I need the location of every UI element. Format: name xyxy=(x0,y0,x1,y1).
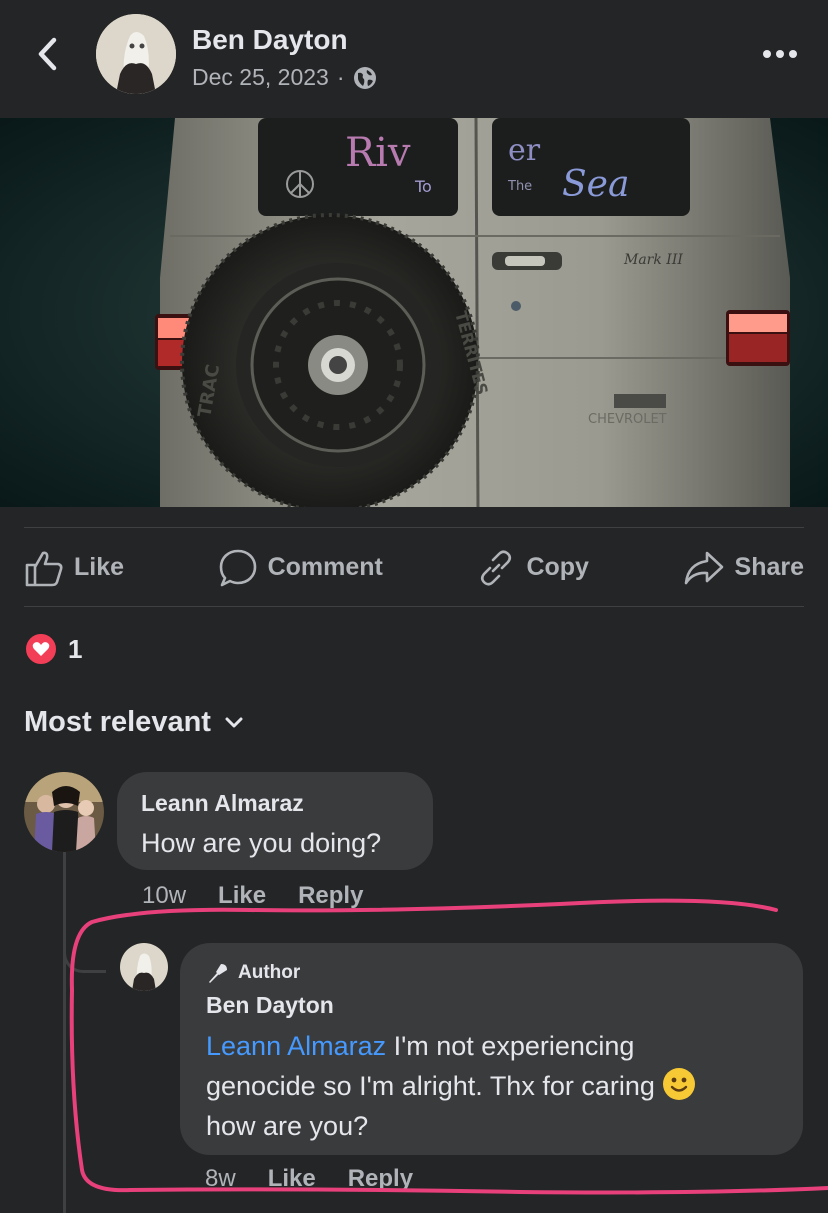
reply-text-line1: I'm not experiencing xyxy=(386,1031,635,1061)
window-text-right: er xyxy=(508,133,541,168)
share-label: Share xyxy=(734,553,804,581)
reply-like-button[interactable]: Like xyxy=(268,1165,316,1193)
post-photo[interactable]: Riv To er The Sea Mark III CHEVROLET TRA… xyxy=(0,118,828,507)
more-horizontal-icon xyxy=(763,50,797,58)
post-author-name[interactable]: Ben Dayton xyxy=(192,24,348,56)
reply-meta: 8w Like Reply xyxy=(205,1165,413,1193)
commenter-name[interactable]: Leann Almaraz xyxy=(141,790,304,817)
van-brand: CHEVROLET xyxy=(588,412,667,427)
author-avatar[interactable] xyxy=(96,14,176,94)
comment-button[interactable]: Comment xyxy=(218,548,383,588)
author-badge: Author xyxy=(206,961,300,985)
reply-text-line2: genocide so I'm alright. Thx for caring xyxy=(206,1071,663,1101)
link-icon xyxy=(481,549,512,586)
window-text-left: Riv xyxy=(345,130,411,176)
window-text-right-big: Sea xyxy=(562,164,629,205)
comment-reply-button[interactable]: Reply xyxy=(298,882,363,910)
reply-reply-button[interactable]: Reply xyxy=(348,1165,413,1193)
comment-text: How are you doing? xyxy=(141,828,382,858)
share-arrow-icon xyxy=(684,551,723,584)
reactions-summary[interactable]: 1 xyxy=(24,632,82,666)
chevron-down-icon xyxy=(225,717,243,727)
window-text-left-small: To xyxy=(414,177,432,196)
globe-icon xyxy=(353,66,376,89)
meta-separator: · xyxy=(336,64,345,90)
thread-branch xyxy=(63,940,106,973)
post-date[interactable]: Dec 25, 2023 xyxy=(192,64,329,91)
comment-label: Comment xyxy=(267,553,383,581)
van-badge: Mark III xyxy=(623,252,683,268)
mention-link[interactable]: Leann Almaraz xyxy=(206,1031,386,1061)
commenter-avatar[interactable] xyxy=(24,772,104,852)
slightly-smiling-face-icon xyxy=(663,1068,696,1100)
reply-author-name[interactable]: Ben Dayton xyxy=(206,992,334,1019)
like-label: Like xyxy=(74,553,125,581)
post-meta: Dec 25, 2023 · xyxy=(192,64,377,91)
chevron-left-icon xyxy=(38,37,57,71)
comment-like-button[interactable]: Like xyxy=(218,882,266,910)
back-button[interactable] xyxy=(30,36,66,72)
comment-bubble-icon xyxy=(219,549,256,586)
heart-reaction-icon xyxy=(24,632,58,666)
comment-meta: 10w Like Reply xyxy=(142,882,363,910)
reply-bubble: Author Ben Dayton Leann Almaraz I'm not … xyxy=(180,943,803,1155)
thumbs-up-icon xyxy=(25,551,63,586)
like-button[interactable]: Like xyxy=(24,549,124,587)
comment-bubble: Leann Almaraz How are you doing? xyxy=(117,772,433,870)
share-button[interactable]: Share xyxy=(683,550,804,586)
reply-author-avatar[interactable] xyxy=(120,943,168,991)
window-text-right-small: The xyxy=(507,179,532,194)
divider-bottom xyxy=(24,606,804,607)
thread-line xyxy=(63,852,66,1213)
reply-text-line3: how are you? xyxy=(206,1111,369,1141)
comment-sort-dropdown[interactable]: Most relevant xyxy=(24,706,243,739)
author-badge-label: Author xyxy=(238,962,301,983)
microphone-icon xyxy=(209,964,227,983)
comment-time[interactable]: 10w xyxy=(142,882,186,910)
copy-label: Copy xyxy=(526,553,589,581)
reply-text: Leann Almaraz I'm not experiencing genoc… xyxy=(206,1026,786,1146)
post-action-bar: Like Comment Copy Share xyxy=(24,528,804,607)
more-options-button[interactable] xyxy=(760,36,800,72)
reaction-count: 1 xyxy=(68,633,83,664)
copy-link-button[interactable]: Copy xyxy=(476,548,589,588)
sort-label: Most relevant xyxy=(24,706,211,738)
reply-time[interactable]: 8w xyxy=(205,1165,236,1193)
